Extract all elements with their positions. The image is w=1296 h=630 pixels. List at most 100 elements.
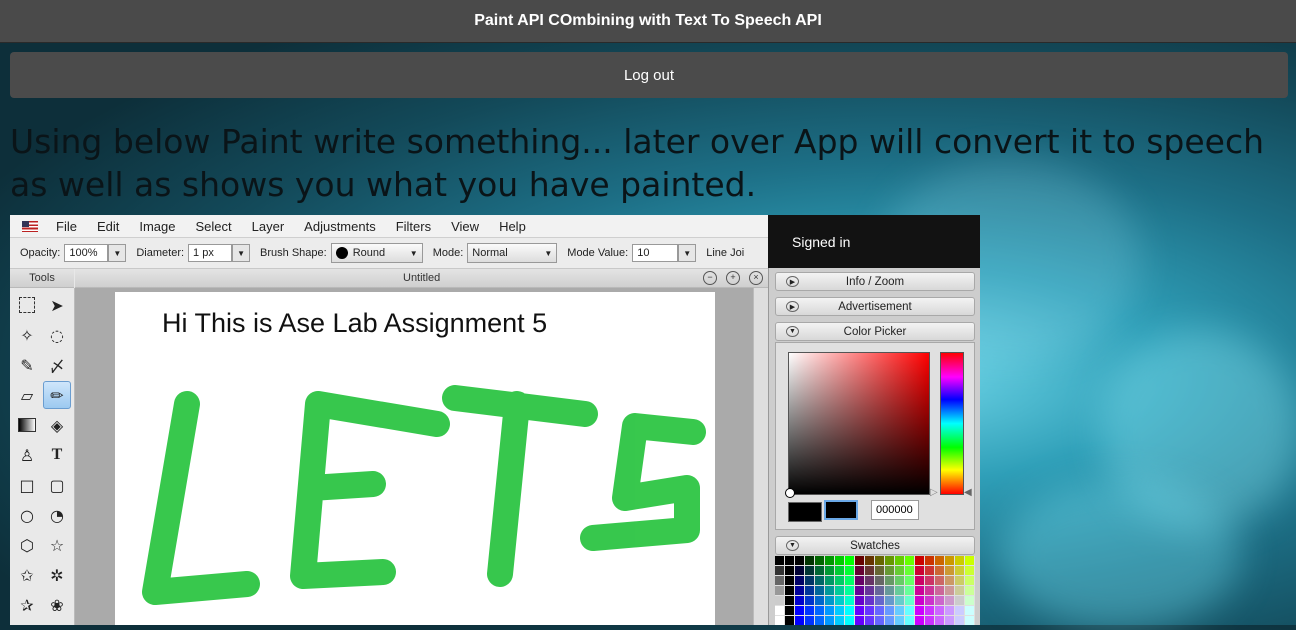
color-swatch[interactable]	[785, 566, 794, 575]
color-swatch[interactable]	[795, 586, 804, 595]
bookmark-shape-tool-icon[interactable]: ✰	[13, 591, 41, 619]
color-swatch[interactable]	[835, 576, 844, 585]
color-swatch[interactable]	[815, 566, 824, 575]
color-swatch[interactable]	[965, 576, 974, 585]
color-swatch[interactable]	[815, 616, 824, 625]
hue-slider[interactable]	[940, 352, 964, 495]
color-swatch[interactable]	[795, 566, 804, 575]
rectangle-tool-icon[interactable]: □	[13, 471, 41, 499]
color-swatch[interactable]	[825, 576, 834, 585]
color-swatch[interactable]	[945, 556, 954, 565]
color-swatch[interactable]	[965, 616, 974, 625]
color-swatch[interactable]	[965, 566, 974, 575]
color-swatch[interactable]	[965, 606, 974, 615]
color-swatch[interactable]	[845, 576, 854, 585]
color-swatch[interactable]	[945, 586, 954, 595]
language-flag-icon[interactable]	[22, 220, 38, 232]
color-swatch[interactable]	[825, 616, 834, 625]
color-swatch[interactable]	[935, 576, 944, 585]
menu-layer[interactable]: Layer	[252, 219, 285, 234]
opacity-dropdown-icon[interactable]: ▼	[108, 244, 127, 262]
color-swatch[interactable]	[835, 566, 844, 575]
color-swatch[interactable]	[855, 586, 864, 595]
color-swatch[interactable]	[895, 576, 904, 585]
color-swatch[interactable]	[815, 586, 824, 595]
color-swatch[interactable]	[805, 586, 814, 595]
color-swatch[interactable]	[955, 566, 964, 575]
color-swatch[interactable]	[925, 586, 934, 595]
color-swatch[interactable]	[905, 606, 914, 615]
menu-select[interactable]: Select	[196, 219, 232, 234]
color-swatch[interactable]	[905, 586, 914, 595]
color-swatch[interactable]	[915, 556, 924, 565]
menu-adjustments[interactable]: Adjustments	[304, 219, 376, 234]
flower-shape-tool-icon[interactable]: ❀	[43, 591, 71, 619]
hex-input[interactable]: 000000	[871, 500, 919, 520]
color-swatch[interactable]	[865, 566, 874, 575]
color-swatch[interactable]	[835, 586, 844, 595]
menu-view[interactable]: View	[451, 219, 479, 234]
color-swatch[interactable]	[855, 566, 864, 575]
color-swatch[interactable]	[825, 586, 834, 595]
color-swatch[interactable]	[815, 596, 824, 605]
color-swatch[interactable]	[895, 556, 904, 565]
color-swatch[interactable]	[785, 556, 794, 565]
color-swatch[interactable]	[805, 566, 814, 575]
eraser-tool-icon[interactable]: ▱	[13, 381, 41, 409]
color-swatch[interactable]	[945, 596, 954, 605]
color-swatch[interactable]	[865, 596, 874, 605]
color-swatch[interactable]	[775, 606, 784, 615]
menu-edit[interactable]: Edit	[97, 219, 119, 234]
color-swatch[interactable]	[875, 556, 884, 565]
color-swatch[interactable]	[885, 606, 894, 615]
pencil-tool-icon[interactable]: ✎	[13, 351, 41, 379]
mode-select[interactable]: Normal ▼	[467, 243, 558, 263]
color-swatch[interactable]	[865, 576, 874, 585]
color-swatch[interactable]	[905, 566, 914, 575]
color-swatch[interactable]	[915, 606, 924, 615]
color-swatch[interactable]	[855, 576, 864, 585]
color-swatch[interactable]	[885, 566, 894, 575]
color-swatch[interactable]	[805, 606, 814, 615]
color-swatch[interactable]	[925, 556, 934, 565]
color-swatch[interactable]	[935, 596, 944, 605]
color-swatch[interactable]	[815, 556, 824, 565]
diameter-field[interactable]: 1 px	[188, 244, 233, 262]
color-swatch[interactable]	[965, 596, 974, 605]
color-swatch[interactable]	[855, 556, 864, 565]
brush-shape-select[interactable]: Round ▼	[330, 243, 423, 263]
color-swatch[interactable]	[775, 596, 784, 605]
hexagon-tool-icon[interactable]: ⬡	[13, 531, 41, 559]
color-swatch[interactable]	[905, 576, 914, 585]
color-swatch[interactable]	[825, 566, 834, 575]
mode-value-field[interactable]: 10	[632, 244, 679, 262]
color-swatch[interactable]	[835, 616, 844, 625]
color-swatch[interactable]	[785, 596, 794, 605]
color-swatch[interactable]	[875, 566, 884, 575]
color-swatch[interactable]	[825, 606, 834, 615]
secondary-color-swatch[interactable]	[824, 500, 858, 520]
color-swatch[interactable]	[935, 586, 944, 595]
color-swatch[interactable]	[935, 556, 944, 565]
color-swatch[interactable]	[905, 596, 914, 605]
color-swatch[interactable]	[925, 566, 934, 575]
color-swatch[interactable]	[785, 586, 794, 595]
color-swatch[interactable]	[925, 576, 934, 585]
saturation-value-field[interactable]	[785, 352, 930, 498]
panel-color-picker[interactable]: ▼ Color Picker	[775, 322, 975, 341]
color-swatch[interactable]	[775, 616, 784, 625]
gradient-tool-icon[interactable]	[13, 411, 41, 439]
color-swatch[interactable]	[885, 586, 894, 595]
text-tool-icon[interactable]: T	[43, 441, 71, 469]
color-swatch[interactable]	[785, 576, 794, 585]
color-swatch[interactable]	[885, 596, 894, 605]
color-swatch[interactable]	[845, 566, 854, 575]
color-swatch[interactable]	[795, 556, 804, 565]
color-swatch[interactable]	[795, 616, 804, 625]
color-swatch[interactable]	[915, 616, 924, 625]
color-swatch[interactable]	[935, 566, 944, 575]
paint-canvas[interactable]: Hi This is Ase Lab Assignment 5	[115, 292, 715, 625]
mode-value-dropdown-icon[interactable]: ▼	[678, 244, 697, 262]
color-swatch[interactable]	[915, 586, 924, 595]
color-swatch[interactable]	[925, 606, 934, 615]
